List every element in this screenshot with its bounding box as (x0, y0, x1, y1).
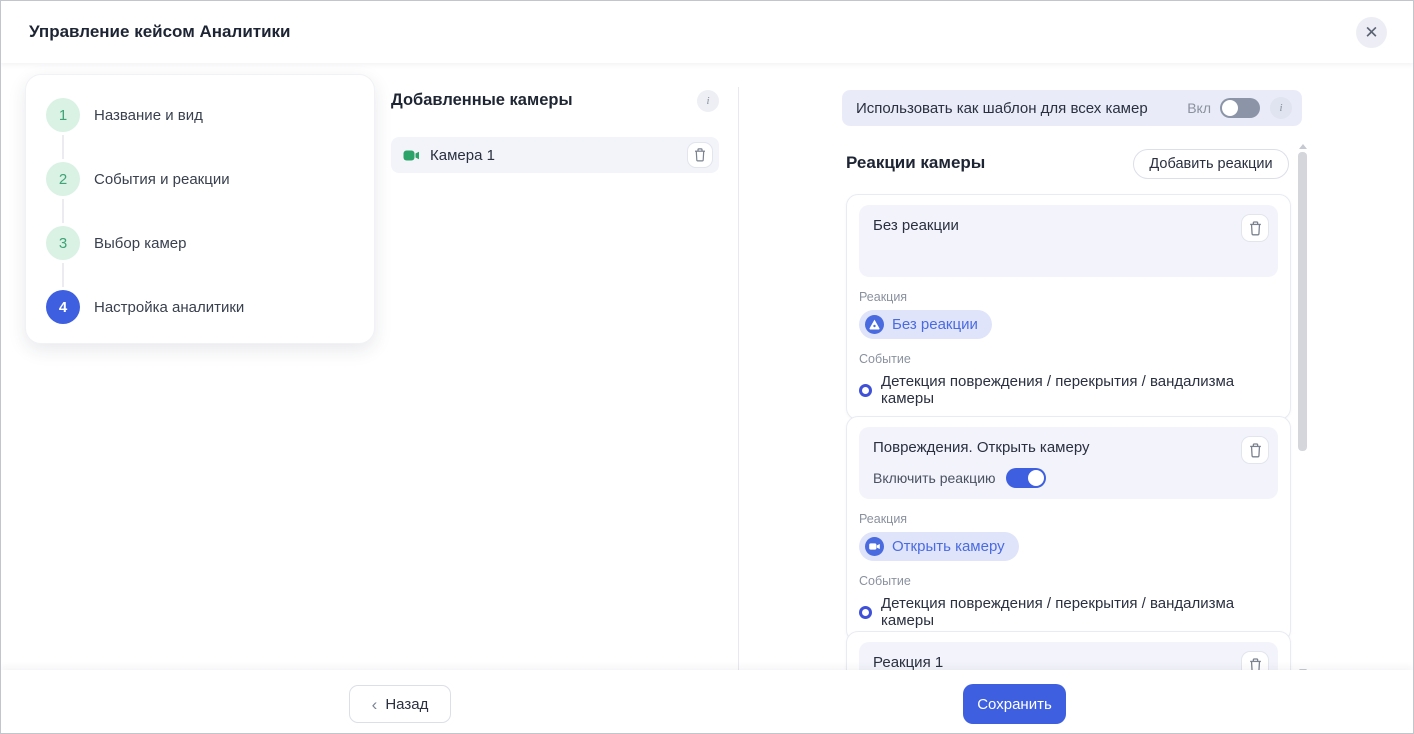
step-item-camera-selection[interactable]: 3 Выбор камер (46, 226, 356, 260)
chip-label: Открыть камеру (892, 538, 1005, 555)
reaction-card-header: Повреждения. Открыть камеру Включить реа… (859, 427, 1278, 499)
toggle-caption: Вкл (1187, 100, 1211, 116)
warning-triangle-icon (865, 315, 884, 334)
event-label: Детекция повреждения / перекрытия / ванд… (881, 595, 1235, 629)
camera-list-item[interactable]: Камера 1 (391, 137, 719, 173)
info-icon: i (706, 95, 710, 107)
reaction-chip-no-reaction[interactable]: Без реакции (859, 310, 992, 339)
close-icon: ✕ (1364, 22, 1379, 42)
chip-label: Без реакции (892, 316, 978, 333)
delete-reaction-button[interactable] (1241, 214, 1269, 242)
event-label: Детекция повреждения / перекрытия / ванд… (881, 373, 1235, 407)
added-cameras-info-button[interactable]: i (697, 90, 719, 112)
modal-footer (1, 670, 1413, 733)
info-icon: i (1279, 102, 1283, 114)
step-connector (62, 199, 64, 223)
delete-reaction-button[interactable] (1241, 436, 1269, 464)
back-button-label: Назад (385, 695, 429, 713)
scrollbar-thumb[interactable] (1298, 152, 1307, 451)
reaction-field-label: Реакция (859, 512, 908, 526)
back-button[interactable]: ‹ Назад (349, 685, 451, 723)
step-label: Выбор камер (94, 234, 187, 252)
toggle-knob (1222, 100, 1238, 116)
trash-icon (1249, 442, 1262, 458)
chevron-left-icon: ‹ (371, 694, 378, 714)
step-number-badge: 3 (46, 226, 80, 260)
template-toggle[interactable] (1220, 98, 1260, 118)
step-label: События и реакции (94, 170, 230, 188)
reaction-card-header: Без реакции (859, 205, 1278, 277)
radio-ring-icon (859, 383, 872, 397)
step-connector (62, 135, 64, 159)
reaction-chip-open-camera[interactable]: Открыть камеру (859, 532, 1019, 561)
reaction-name: Реакция 1 (873, 654, 944, 671)
step-item-name-and-type[interactable]: 1 Название и вид (46, 98, 356, 132)
step-label: Настройка аналитики (94, 298, 245, 316)
step-label: Название и вид (94, 106, 203, 124)
trash-icon (1249, 220, 1262, 236)
reactions-scrollbar (1298, 141, 1307, 677)
reaction-card-no-reaction: Без реакции Реакция Без реакции Событие … (846, 194, 1291, 420)
reaction-card-open-camera: Повреждения. Открыть камеру Включить реа… (846, 416, 1291, 642)
modal-header: Управление кейсом Аналитики ✕ (1, 1, 1413, 63)
toggle-knob (1027, 470, 1044, 486)
reaction-name: Повреждения. Открыть камеру (873, 439, 1090, 456)
event-item[interactable]: Детекция повреждения / перекрытия / ванд… (859, 595, 1278, 629)
event-item[interactable]: Детекция повреждения / перекрытия / ванд… (859, 373, 1278, 407)
template-toggle-bar: Использовать как шаблон для всех камер В… (842, 90, 1302, 126)
template-toggle-label: Использовать как шаблон для всех камер (856, 99, 1148, 117)
step-connector (62, 263, 64, 287)
template-info-button[interactable]: i (1270, 97, 1292, 119)
enable-reaction-label: Включить реакцию (873, 470, 996, 486)
camera-name: Камера 1 (430, 146, 495, 164)
column-divider (738, 87, 739, 675)
event-field-label: Событие (859, 574, 911, 588)
reaction-name: Без реакции (873, 217, 959, 234)
added-cameras-title: Добавленные камеры (391, 91, 573, 109)
step-item-analytics-settings[interactable]: 4 Настройка аналитики (46, 290, 356, 324)
step-number-badge: 1 (46, 98, 80, 132)
close-button[interactable]: ✕ (1356, 17, 1387, 48)
step-number-badge: 2 (46, 162, 80, 196)
radio-ring-icon (859, 605, 872, 619)
enable-reaction-toggle[interactable] (1005, 468, 1046, 488)
analytics-case-modal: Управление кейсом Аналитики ✕ 1 Название… (0, 0, 1414, 734)
camera-reactions-title: Реакции камеры (846, 153, 986, 172)
page-title: Управление кейсом Аналитики (29, 22, 291, 41)
scrollbar-up-arrow-icon[interactable] (1299, 144, 1307, 149)
event-field-label: Событие (859, 352, 911, 366)
video-camera-icon (403, 149, 420, 162)
enable-reaction-row: Включить реакцию (873, 468, 1230, 488)
save-button[interactable]: Сохранить (963, 684, 1066, 724)
stepper-panel: 1 Название и вид 2 События и реакции 3 В… (25, 74, 375, 344)
add-reactions-button[interactable]: Добавить реакции (1133, 149, 1289, 179)
trash-icon (694, 148, 706, 162)
step-item-events-reactions[interactable]: 2 События и реакции (46, 162, 356, 196)
step-number-badge: 4 (46, 290, 80, 324)
video-camera-icon (865, 537, 884, 556)
delete-camera-button[interactable] (687, 142, 713, 168)
reaction-field-label: Реакция (859, 290, 908, 304)
